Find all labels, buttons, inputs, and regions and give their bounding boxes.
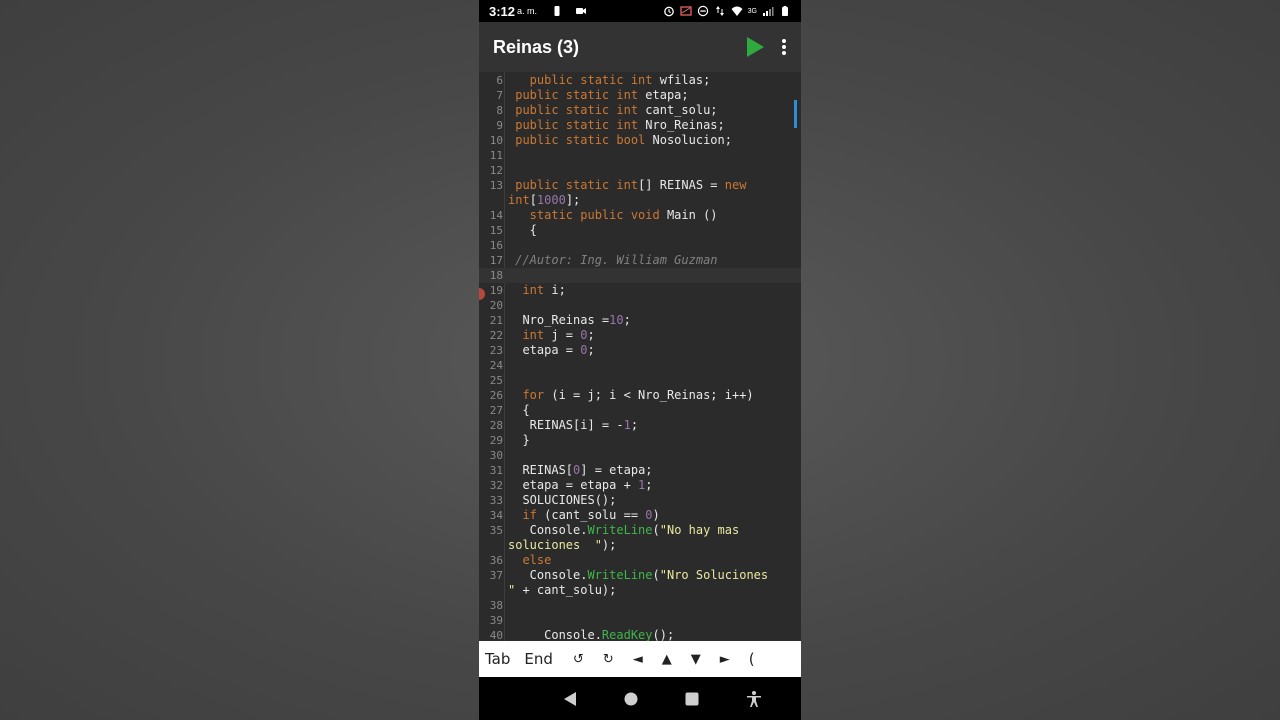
dnd-icon [697, 5, 708, 17]
redo-icon[interactable]: ↻ [603, 652, 614, 667]
code-line-25: 25 [489, 374, 503, 387]
phone-screen: 3:12 a. m. 3G Reinas (3) 6 public static… [479, 0, 801, 720]
code-line-6: 6 public static int wfilas; [496, 73, 711, 87]
code-line-38: 38 [489, 599, 503, 612]
code-line-16: 16 [489, 239, 503, 252]
status-bar: 3:12 a. m. 3G [479, 0, 801, 22]
video-notification-icon [576, 8, 587, 14]
arrow-up-icon[interactable]: ▲ [662, 652, 672, 667]
code-line-27: 27 { [489, 403, 530, 417]
code-line-21: 21 Nro_Reinas =10; [489, 313, 631, 327]
status-ampm: a. m. [517, 6, 538, 16]
code-line-10: 10 public static bool Nosolucion; [489, 133, 732, 147]
alarm-icon [663, 6, 674, 17]
code-line-22: 22 int j = 0; [489, 328, 595, 342]
code-line-37-wrap: " + cant_solu); [508, 583, 617, 597]
play-icon[interactable] [745, 36, 765, 58]
code-line-31: 31 REINAS[0] = etapa; [489, 463, 653, 477]
code-line-37: 37 Console.WriteLine("Nro Soluciones [489, 568, 769, 582]
arrow-down-icon[interactable]: ▼ [691, 652, 701, 667]
code-line-19: 19 int i; [489, 283, 566, 297]
editor-scrollbar[interactable] [794, 100, 797, 128]
key-open-paren[interactable]: ( [749, 650, 755, 668]
code-line-33: 33 SOLUCIONES(); [489, 493, 617, 507]
code-line-13: 13 public static int[] REINAS = new [489, 178, 747, 192]
code-line-7: 7 public static int etapa; [496, 88, 689, 102]
extra-keys-bar: Tab End ↺ ↻ ◄ ▲ ▼ ► ( [479, 641, 801, 677]
battery-icon [782, 6, 788, 16]
arrow-right-icon[interactable]: ► [720, 652, 730, 667]
code-line-14: 14 static public void Main () [489, 208, 718, 222]
code-line-23: 23 etapa = 0; [489, 343, 595, 357]
code-line-9: 9 public static int Nro_Reinas; [496, 118, 725, 132]
code-line-29: 29 } [489, 433, 530, 447]
app-toolbar: Reinas (3) [479, 22, 801, 72]
code-editor[interactable]: 6 public static int wfilas; 7 public sta… [479, 72, 801, 641]
accessibility-icon[interactable] [745, 690, 763, 708]
system-nav-bar [479, 677, 801, 720]
code-line-13-wrap: int[1000]; [508, 193, 581, 207]
code-line-8: 8 public static int cant_solu; [496, 103, 718, 117]
data-arrows-icon [715, 6, 724, 16]
cast-icon [680, 6, 692, 16]
phone-notification-icon [554, 6, 560, 16]
code-line-30: 30 [489, 449, 503, 462]
key-end[interactable]: End [524, 650, 553, 668]
status-time: 3:12 [489, 3, 516, 19]
code-line-39: 39 [489, 614, 503, 627]
nav-recents-icon[interactable] [684, 691, 700, 707]
code-line-35-wrap: soluciones "); [508, 538, 617, 552]
code-line-28: 28 REINAS[i] = -1; [489, 418, 639, 432]
code-line-12: 12 [489, 164, 503, 177]
code-line-15: 15 { [489, 223, 537, 237]
signal-icon [763, 7, 774, 16]
code-line-20: 20 [489, 299, 503, 312]
nav-back-icon[interactable] [562, 691, 578, 707]
more-vert-icon[interactable] [781, 38, 787, 56]
code-line-40: 40 Console.ReadKey(); [489, 628, 675, 641]
code-line-35: 35 Console.WriteLine("No hay mas [489, 523, 740, 537]
code-line-34: 34 if (cant_solu == 0) [489, 508, 660, 522]
wifi-icon [731, 6, 743, 16]
code-line-36: 36 else [489, 553, 552, 567]
code-line-18-current[interactable]: 18 [479, 268, 801, 283]
code-line-17: 17 //Autor: Ing. William Guzman [489, 253, 718, 267]
code-line-32: 32 etapa = etapa + 1; [489, 478, 653, 492]
undo-icon[interactable]: ↺ [573, 652, 584, 667]
key-tab[interactable]: Tab [485, 650, 510, 668]
network-type: 3G [747, 7, 757, 15]
code-line-24: 24 [489, 359, 503, 372]
nav-home-icon[interactable] [623, 691, 639, 707]
code-line-26: 26 for (i = j; i < Nro_Reinas; i++) [489, 388, 754, 402]
file-title: Reinas (3) [493, 36, 580, 57]
code-line-11: 11 [489, 149, 503, 162]
arrow-left-icon[interactable]: ◄ [633, 652, 643, 667]
